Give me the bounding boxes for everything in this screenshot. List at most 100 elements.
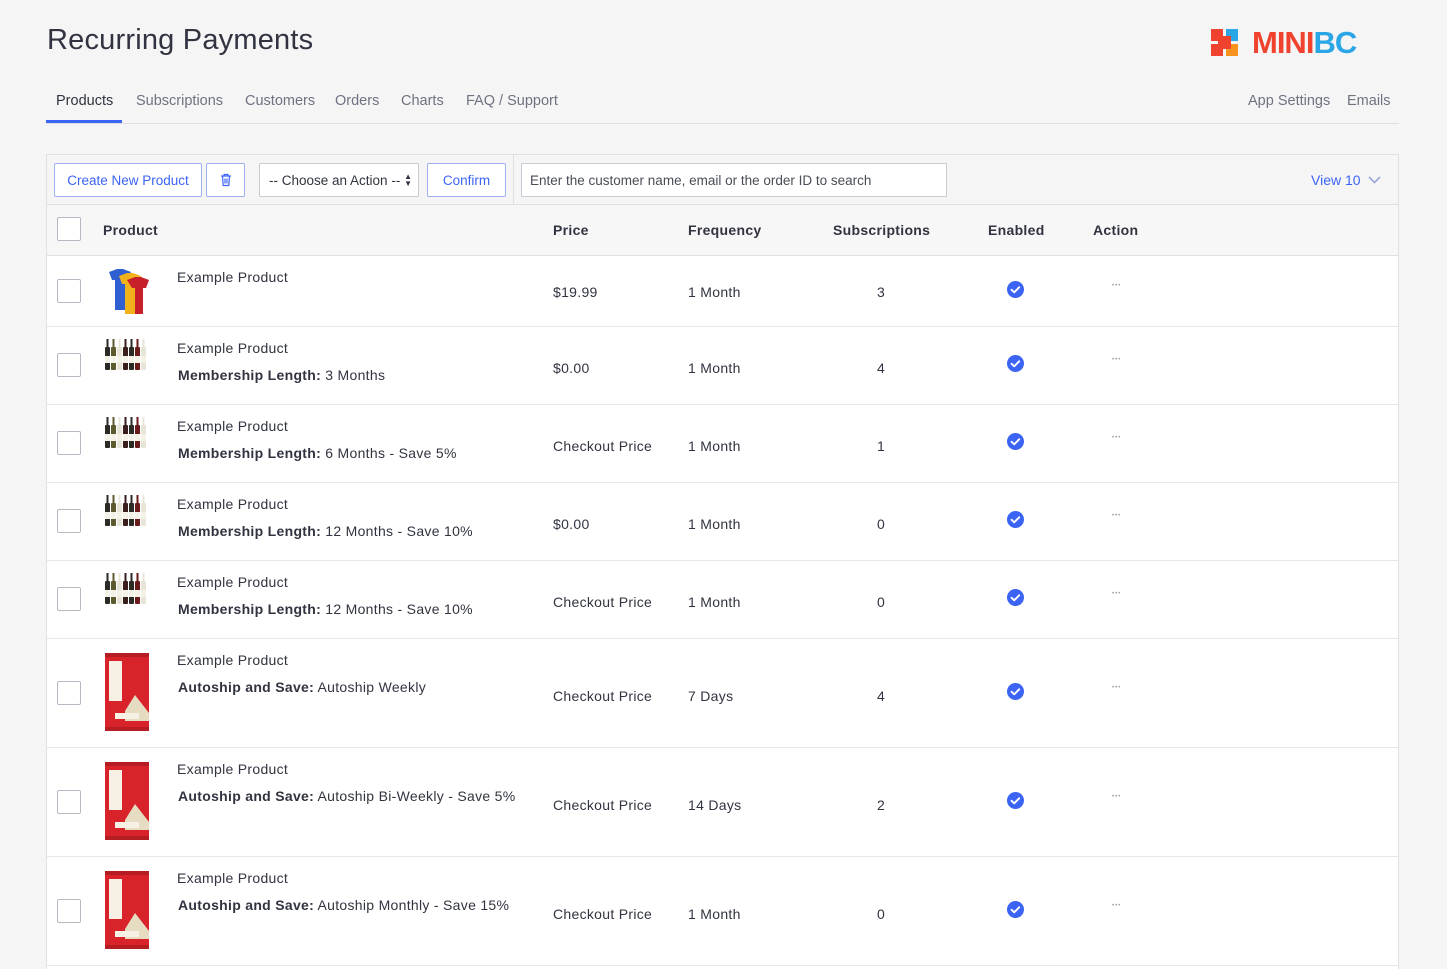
more-actions-icon[interactable]: •••	[1112, 435, 1121, 441]
more-actions-icon[interactable]: •••	[1112, 513, 1121, 519]
table-row: Example Product Membership Length: 6 Mont…	[47, 405, 1398, 483]
product-option-value: 12 Months - Save 10%	[321, 601, 473, 617]
product-name: Example Product	[177, 418, 289, 434]
frequency-cell: 7 Days	[688, 688, 734, 704]
product-option: Autoship and Save: Autoship Weekly	[178, 679, 426, 695]
column-enabled: Enabled	[988, 222, 1045, 238]
confirm-button[interactable]: Confirm	[427, 163, 506, 197]
frequency-cell: 14 Days	[688, 797, 742, 813]
more-actions-icon[interactable]: •••	[1112, 357, 1121, 363]
row-checkbox[interactable]	[57, 681, 81, 705]
main-nav: Products Subscriptions Customers Orders …	[46, 84, 1399, 124]
toolbar: Create New Product -- Choose an Action -…	[47, 155, 1398, 205]
row-checkbox[interactable]	[57, 587, 81, 611]
product-option-value: Autoship Monthly - Save 15%	[314, 897, 510, 913]
product-name: Example Product	[177, 496, 289, 512]
enabled-check-icon	[1007, 589, 1024, 606]
logo-text-mini: MINI	[1252, 25, 1314, 60]
tab-emails[interactable]: Emails	[1347, 93, 1391, 109]
enabled-check-icon	[1007, 355, 1024, 372]
product-thumbnail	[103, 494, 147, 533]
view-count-dropdown[interactable]: View 10	[1311, 172, 1381, 188]
more-actions-icon[interactable]: •••	[1112, 903, 1121, 909]
subscriptions-cell: 4	[877, 688, 886, 704]
enabled-check-icon	[1007, 511, 1024, 528]
table-row: Example Product Membership Length: 12 Mon…	[47, 483, 1398, 561]
subscriptions-cell: 0	[877, 516, 886, 532]
row-checkbox[interactable]	[57, 279, 81, 303]
product-thumbnail	[103, 760, 151, 847]
product-option-label: Membership Length:	[178, 601, 322, 617]
product-option-value: 12 Months - Save 10%	[321, 523, 473, 539]
price-cell: $0.00	[553, 360, 590, 376]
subscriptions-cell: 0	[877, 594, 886, 610]
tab-app-settings[interactable]: App Settings	[1248, 93, 1330, 109]
row-checkbox[interactable]	[57, 353, 81, 377]
products-panel: Create New Product -- Choose an Action -…	[46, 154, 1399, 969]
product-name: Example Product	[177, 269, 289, 285]
column-product: Product	[103, 222, 158, 238]
product-thumbnail	[103, 572, 147, 611]
frequency-cell: 1 Month	[688, 438, 741, 454]
minibc-logo: MINI BC	[1211, 25, 1357, 60]
row-checkbox[interactable]	[57, 431, 81, 455]
more-actions-icon[interactable]: •••	[1112, 591, 1121, 597]
product-name: Example Product	[177, 340, 289, 356]
tab-products[interactable]: Products	[56, 93, 113, 109]
frequency-cell: 1 Month	[688, 284, 741, 300]
subscriptions-cell: 2	[877, 797, 886, 813]
price-cell: $0.00	[553, 516, 590, 532]
product-name: Example Product	[177, 652, 289, 668]
page-title: Recurring Payments	[47, 24, 314, 56]
table-row: Example Product Membership Length: 12 Mon…	[47, 561, 1398, 639]
choose-action-label: -- Choose an Action --	[269, 172, 401, 188]
select-all-checkbox[interactable]	[57, 217, 81, 241]
subscriptions-cell: 3	[877, 284, 886, 300]
table-header: Product Price Frequency Subscriptions En…	[47, 205, 1398, 256]
enabled-check-icon	[1007, 433, 1024, 450]
tab-faq-support[interactable]: FAQ / Support	[466, 93, 558, 109]
more-actions-icon[interactable]: •••	[1112, 794, 1121, 800]
enabled-check-icon	[1007, 281, 1024, 298]
tab-subscriptions[interactable]: Subscriptions	[136, 93, 223, 109]
row-checkbox[interactable]	[57, 790, 81, 814]
product-thumbnail	[103, 338, 147, 377]
choose-action-select[interactable]: -- Choose an Action -- ▲ ▼	[259, 163, 419, 197]
tab-customers[interactable]: Customers	[245, 93, 315, 109]
frequency-cell: 1 Month	[688, 594, 741, 610]
frequency-cell: 1 Month	[688, 906, 741, 922]
enabled-check-icon	[1007, 683, 1024, 700]
create-new-product-button[interactable]: Create New Product	[54, 163, 202, 197]
column-frequency: Frequency	[688, 222, 762, 238]
tab-charts[interactable]: Charts	[401, 93, 444, 109]
price-cell: Checkout Price	[553, 438, 653, 454]
product-option-value: 3 Months	[321, 367, 386, 383]
table-row: Example Product Autoship and Save: Autosh…	[47, 857, 1398, 966]
product-thumbnail	[103, 266, 151, 321]
delete-button[interactable]	[206, 163, 245, 197]
enabled-check-icon	[1007, 792, 1024, 809]
frequency-cell: 1 Month	[688, 360, 741, 376]
product-option-label: Autoship and Save:	[178, 788, 315, 804]
product-option-label: Autoship and Save:	[178, 897, 315, 913]
product-name: Example Product	[177, 870, 289, 886]
column-price: Price	[553, 222, 589, 238]
price-cell: Checkout Price	[553, 906, 653, 922]
row-checkbox[interactable]	[57, 899, 81, 923]
subscriptions-cell: 0	[877, 906, 886, 922]
price-cell: Checkout Price	[553, 797, 653, 813]
table-row: Example Product $19.99 1 Month 3 •••	[47, 256, 1398, 327]
price-cell: $19.99	[553, 284, 598, 300]
product-name: Example Product	[177, 574, 289, 590]
product-option: Autoship and Save: Autoship Bi-Weekly - …	[178, 788, 516, 804]
more-actions-icon[interactable]: •••	[1112, 283, 1121, 289]
toolbar-divider	[513, 155, 514, 205]
chevron-down-icon	[1367, 176, 1381, 184]
product-option: Membership Length: 12 Months - Save 10%	[178, 601, 473, 617]
row-checkbox[interactable]	[57, 509, 81, 533]
search-input[interactable]	[521, 163, 947, 197]
select-arrows-icon: ▲ ▼	[404, 172, 412, 188]
more-actions-icon[interactable]: •••	[1112, 685, 1121, 691]
product-option: Autoship and Save: Autoship Monthly - Sa…	[178, 897, 509, 913]
tab-orders[interactable]: Orders	[335, 93, 379, 109]
